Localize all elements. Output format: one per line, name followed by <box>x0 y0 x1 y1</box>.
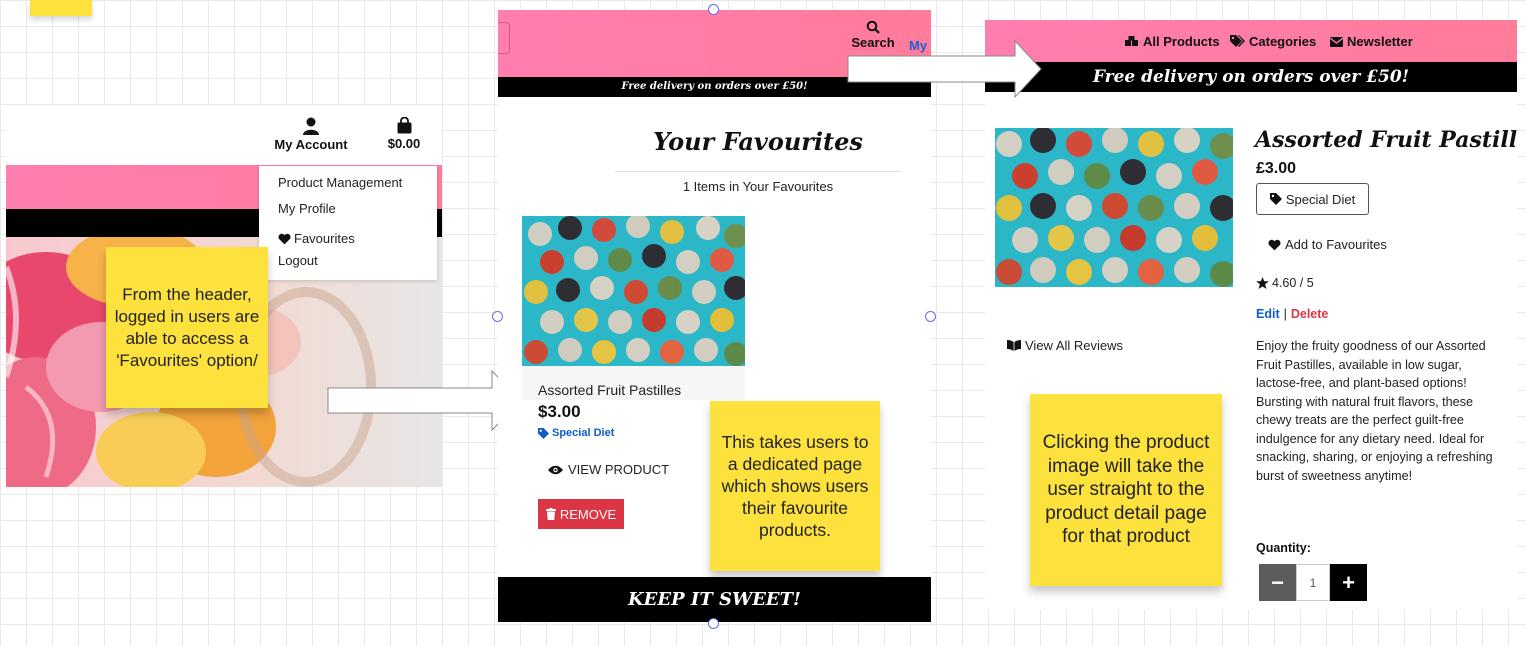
envelope-icon <box>1330 36 1343 47</box>
nav-all-products[interactable]: All Products <box>1125 34 1220 49</box>
product-name: Assorted Fruit Pastilles <box>538 382 682 398</box>
selection-handle-top[interactable] <box>708 4 719 15</box>
sticky-note-2-text: This takes users to a dedicated page whi… <box>721 432 869 540</box>
view-product-button[interactable]: VIEW PRODUCT <box>548 462 669 477</box>
delivery-banner: Free delivery on orders over £50! <box>985 62 1517 92</box>
dropdown-favourites[interactable]: Favourites <box>259 226 437 252</box>
arrow-right-1 <box>327 370 522 432</box>
quantity-label: Quantity: <box>1256 541 1311 555</box>
remove-button[interactable]: REMOVE <box>538 499 624 529</box>
sticky-note-1: From the header, logged in users are abl… <box>106 247 268 408</box>
view-product-label: VIEW PRODUCT <box>568 462 670 477</box>
tag-icon <box>538 427 549 439</box>
nav-all-products-label: All Products <box>1143 34 1220 49</box>
product-tag[interactable]: Special Diet <box>538 427 614 439</box>
product-price: $3.00 <box>538 402 581 421</box>
basket-link[interactable]: $0.00 <box>382 117 426 151</box>
sticky-note-3: Clicking the product image will take the… <box>1030 394 1222 586</box>
product-image[interactable] <box>995 128 1233 287</box>
view-all-reviews-link[interactable]: View All Reviews <box>1007 338 1123 353</box>
nav-newsletter-label: Newsletter <box>1347 34 1413 49</box>
view-all-reviews-label: View All Reviews <box>1025 338 1124 353</box>
selection-handle-right[interactable] <box>925 311 936 322</box>
eye-icon <box>548 465 563 474</box>
dropdown-logout[interactable]: Logout <box>259 252 437 278</box>
product-image[interactable] <box>522 216 745 366</box>
header-topbar: My Account $0.00 <box>6 105 442 165</box>
arrow-right-2 <box>847 40 1042 99</box>
tags-icon <box>1230 35 1245 47</box>
book-open-icon <box>1007 340 1021 351</box>
cubes-icon <box>1125 35 1138 46</box>
nav-categories[interactable]: Categories <box>1230 34 1316 49</box>
selection-handle-bottom[interactable] <box>708 618 719 629</box>
my-account-link[interactable]: My Account <box>270 117 352 152</box>
admin-links-separator: | <box>1283 307 1287 321</box>
page-title: Your Favourites <box>653 127 863 156</box>
account-dropdown: Product Management My Profile Favourites… <box>259 166 437 280</box>
divider <box>615 171 900 172</box>
sticky-note-fragment <box>30 0 92 16</box>
product-price: £3.00 <box>1256 160 1297 177</box>
heart-icon <box>278 233 291 245</box>
star-icon <box>1256 277 1269 289</box>
delete-link[interactable]: Delete <box>1291 307 1329 321</box>
footer-banner: KEEP IT SWEET! <box>498 577 931 622</box>
edit-link[interactable]: Edit <box>1256 307 1280 321</box>
nav-newsletter[interactable]: Newsletter <box>1330 34 1413 49</box>
nav-categories-label: Categories <box>1249 34 1317 49</box>
increment-button[interactable]: + <box>1330 564 1367 601</box>
rating-value: 4.60 / 5 <box>1272 276 1314 290</box>
quantity-input[interactable]: 1 <box>1296 564 1330 601</box>
sticky-note-2: This takes users to a dedicated page whi… <box>710 401 880 571</box>
sticky-note-1-text: From the header, logged in users are abl… <box>114 284 260 370</box>
trash-icon <box>545 508 556 520</box>
add-to-favourites-button[interactable]: Add to Favourites <box>1268 237 1387 252</box>
special-diet-tag-button[interactable]: Special Diet <box>1256 183 1369 215</box>
product-title: Assorted Fruit Pastilles <box>1255 127 1517 153</box>
basket-total: $0.00 <box>387 136 421 151</box>
quantity-stepper: − 1 + <box>1259 564 1367 601</box>
special-diet-label: Special Diet <box>1285 191 1356 207</box>
favourites-label: Favourites <box>294 231 355 246</box>
favourites-count: 1 Items in Your Favourites <box>682 179 834 194</box>
menu-toggle[interactable] <box>498 22 510 54</box>
product-description: Enjoy the fruity goodness of our Assorte… <box>1256 339 1493 483</box>
dropdown-my-profile[interactable]: My Profile <box>259 200 437 226</box>
decrement-button[interactable]: − <box>1259 564 1296 601</box>
selection-handle-left[interactable] <box>492 311 503 322</box>
header-nav-bar: All Products Categories Newsletter <box>985 20 1517 62</box>
remove-label: REMOVE <box>559 506 617 522</box>
my-account-label: My Account <box>274 137 348 152</box>
search-icon <box>866 20 880 34</box>
dropdown-product-management[interactable]: Product Management <box>259 174 437 200</box>
admin-links: Edit | Delete <box>1256 307 1328 321</box>
tag-icon <box>1269 193 1282 205</box>
add-to-favourites-label: Add to Favourites <box>1285 237 1387 252</box>
product-tag-label: Special Diet <box>552 427 615 439</box>
sticky-note-3-text: Clicking the product image will take the… <box>1042 432 1210 548</box>
user-icon <box>303 117 319 135</box>
heart-icon <box>1268 239 1281 250</box>
product-rating: 4.60 / 5 <box>1256 276 1314 290</box>
shopping-bag-icon <box>397 117 411 134</box>
